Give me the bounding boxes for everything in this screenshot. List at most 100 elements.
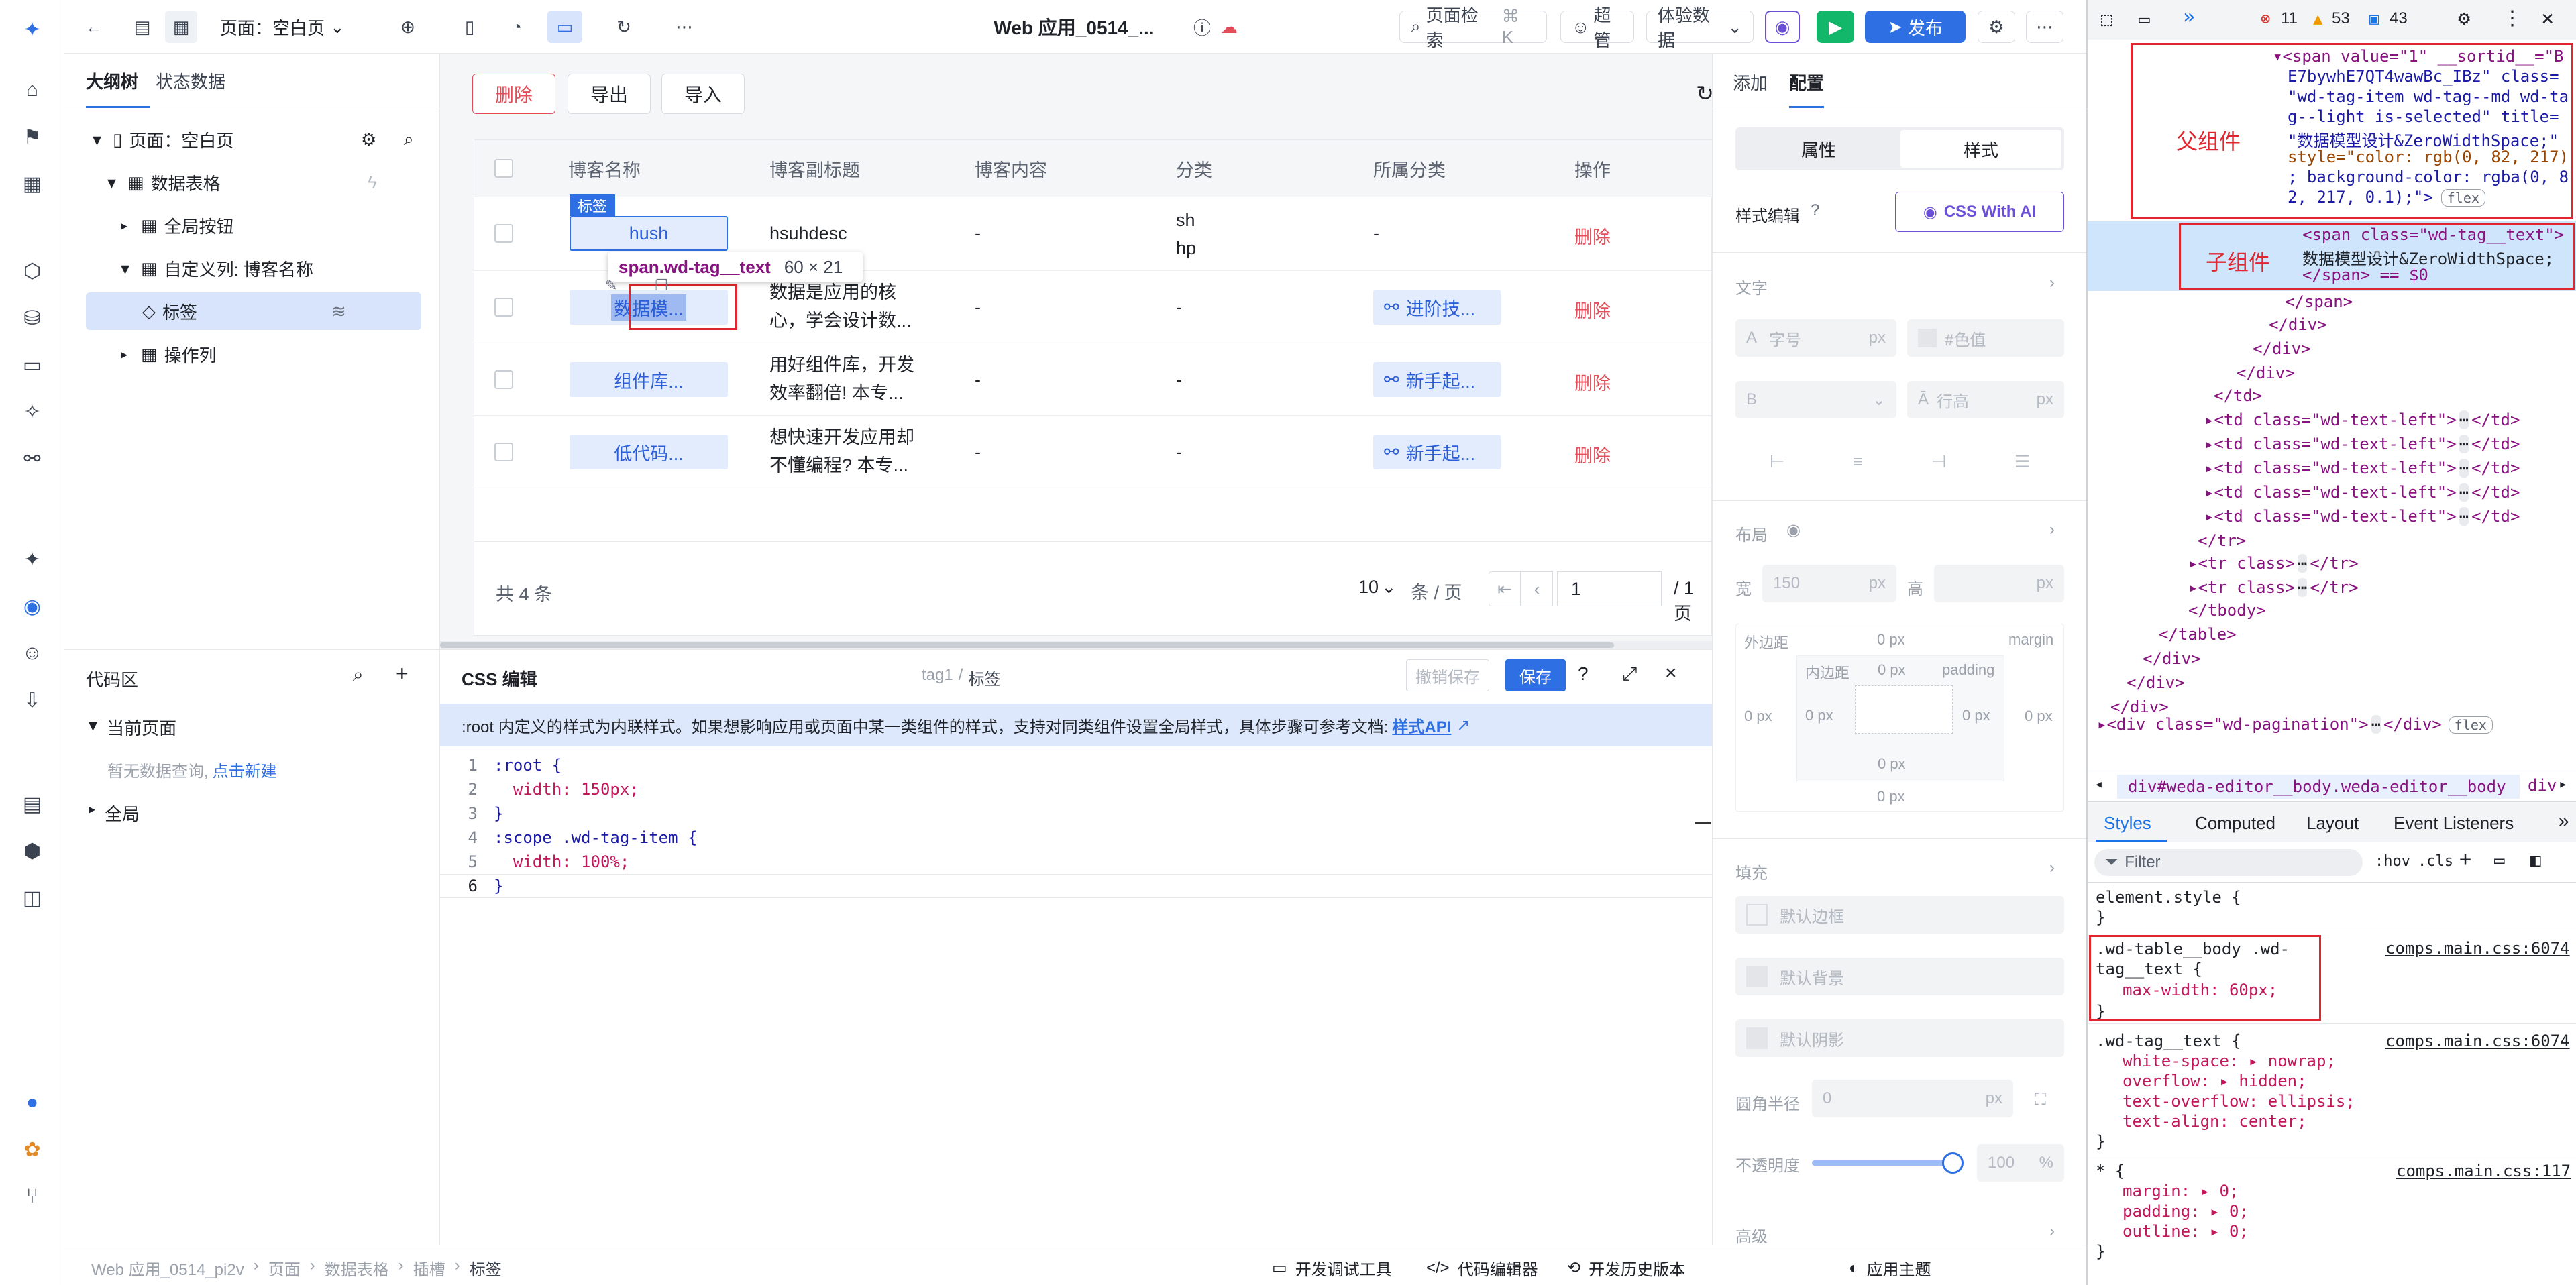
import-button[interactable]: 导入 — [661, 74, 745, 114]
back-arrow-icon[interactable]: ← — [78, 11, 110, 43]
style-property[interactable]: text-align: center; — [2123, 1112, 2307, 1131]
settings-icon[interactable]: ⚙ — [1978, 11, 2015, 43]
doc-icon[interactable]: ▤ — [126, 11, 158, 43]
style-rule-selector[interactable]: .wd-tag__text { — [2096, 1031, 2241, 1050]
dom-line[interactable]: </tbody> — [2188, 601, 2266, 620]
edit-icon[interactable]: ✎ — [605, 277, 617, 294]
ellipsis-badge[interactable]: ⋯ — [2297, 554, 2308, 573]
padding-bottom-value[interactable]: 0 px — [1878, 755, 1906, 773]
breadcrumb-item[interactable]: 页面 — [268, 1256, 301, 1280]
style-property[interactable]: margin: ▸ 0; — [2123, 1182, 2239, 1200]
opacity-slider-track[interactable] — [1812, 1160, 1953, 1166]
opacity-field[interactable]: 100% — [1977, 1144, 2064, 1182]
deploy-icon[interactable]: ⇩ — [16, 684, 48, 716]
tree-item-custom-column[interactable]: ▾ ▦ 自定义列: 博客名称 — [86, 249, 421, 287]
dom-line[interactable]: ▸<td class="wd-text-left"> ⋯ </td> — [2204, 459, 2520, 478]
grid-icon[interactable]: ▦ — [16, 168, 48, 200]
expand-icon[interactable]: ⤢ — [1622, 663, 1637, 685]
chevron-right-icon[interactable]: › — [2049, 274, 2055, 292]
kebab-icon[interactable]: ⋮ — [2502, 7, 2522, 30]
dom-line[interactable]: ▸<td class="wd-text-left"> ⋯ </td> — [2204, 483, 2520, 502]
dom-line[interactable]: </div> — [2110, 697, 2169, 716]
info-icon[interactable]: ⓘ — [1189, 11, 1216, 43]
more-tabs-icon[interactable]: » — [2559, 810, 2569, 832]
info-count[interactable]: 43 — [2390, 9, 2408, 28]
git-icon[interactable]: ⑂ — [16, 1180, 48, 1213]
breadcrumb-item[interactable]: 数据表格 — [325, 1256, 389, 1280]
delete-button[interactable]: 删除 — [472, 74, 555, 114]
database-icon[interactable]: ⛁ — [16, 302, 48, 334]
add-icon[interactable]: + — [396, 661, 409, 686]
blog-name-tag[interactable]: hush — [570, 216, 728, 251]
style-property[interactable]: text-overflow: ellipsis; — [2123, 1092, 2355, 1111]
belong-tag[interactable]: ⚯ 新手起... — [1373, 362, 1501, 397]
align-right-icon[interactable]: ⊣ — [1931, 451, 1947, 472]
blog-name-tag[interactable]: 低代码... — [570, 435, 728, 469]
plugin-icon[interactable]: ✿ — [16, 1133, 48, 1166]
dom-breadcrumb-item[interactable]: div — [2528, 776, 2557, 795]
code-new-link[interactable]: 点击新建 — [213, 763, 277, 781]
ellipsis-badge[interactable]: ⋯ — [2459, 410, 2469, 429]
blog-name-tag[interactable]: 组件库... — [570, 362, 728, 397]
css-ai-button[interactable]: ◉ CSS With AI — [1895, 192, 2064, 232]
add-rule-icon[interactable]: + — [2459, 848, 2471, 871]
device-icon[interactable]: ▭ — [2139, 8, 2150, 30]
filter-input[interactable]: ⏷ Filter — [2094, 849, 2363, 876]
hov-toggle[interactable]: :hov — [2375, 853, 2410, 870]
tree-item-global-button[interactable]: ▸ ▦ 全局按钮 — [86, 207, 421, 244]
undo-save-button[interactable]: 撤销保存 — [1406, 659, 1489, 691]
style-rule-selector[interactable]: element.style { — [2096, 888, 2241, 907]
bag-icon[interactable]: ◫ — [16, 882, 48, 914]
ellipsis-badge[interactable]: ⋯ — [2459, 435, 2469, 453]
preview-play-icon[interactable]: ▶ — [1817, 11, 1854, 43]
dom-line[interactable]: ▸<td class="wd-text-left"> ⋯ </td> — [2204, 410, 2520, 429]
margin-left-value[interactable]: 0 px — [1744, 708, 1772, 725]
style-rule-selector[interactable]: * { — [2096, 1162, 2125, 1180]
home-icon[interactable]: ⌂ — [16, 74, 48, 106]
prev-page-icon[interactable]: ‹ — [1521, 571, 1553, 606]
cls-toggle[interactable]: .cls — [2418, 853, 2453, 870]
chevron-right-icon[interactable]: › — [2049, 520, 2055, 539]
refresh-icon[interactable]: ↻ — [1696, 80, 1714, 106]
tab-add[interactable]: 添加 — [1733, 70, 1768, 95]
desktop-icon[interactable]: ▭ — [547, 11, 582, 43]
radius-field[interactable]: 0 px — [1812, 1080, 2013, 1117]
first-page-icon[interactable]: ⇤ — [1489, 571, 1521, 606]
row-checkbox[interactable] — [494, 370, 513, 389]
page-input[interactable]: 1 — [1557, 571, 1662, 606]
more-icon[interactable]: ⋯ — [668, 11, 700, 43]
eye-icon[interactable]: ◉ — [1786, 520, 1801, 540]
dom-breadcrumb-item[interactable]: div#weda-editor__body.weda-editor__body — [2117, 775, 2520, 799]
page-selector[interactable]: 页面：空白页 ⌄ — [220, 11, 354, 43]
segment-attributes[interactable]: 属性 — [1738, 130, 1899, 168]
breadcrumb-item[interactable]: Web 应用_0514_pi2v — [91, 1256, 244, 1280]
page-search-button[interactable]: ⌕ 页面检索 ⌘ K — [1399, 5, 1547, 50]
delete-link[interactable]: 删除 — [1574, 296, 1611, 323]
tab-computed[interactable]: Computed — [2195, 813, 2275, 834]
tab-styles[interactable]: Styles — [2104, 813, 2151, 834]
logo-icon[interactable]: ✦ — [16, 13, 48, 46]
tab-outline[interactable]: 大纲树 — [86, 68, 138, 93]
style-property[interactable]: padding: ▸ 0; — [2123, 1202, 2249, 1221]
tree-item-action-column[interactable]: ▸ ▦ 操作列 — [86, 335, 421, 373]
search-icon[interactable]: ⌕ — [353, 664, 364, 686]
height-field[interactable]: px — [1934, 565, 2064, 602]
padding-left-value[interactable]: 0 px — [1805, 707, 1833, 724]
export-button[interactable]: 导出 — [568, 74, 651, 114]
sparkle-icon[interactable]: ✧ — [16, 396, 48, 428]
width-field[interactable]: 150 px — [1762, 565, 1896, 602]
chevron-right-icon[interactable]: › — [2049, 1222, 2055, 1241]
ellipsis-badge[interactable]: ⋯ — [2459, 507, 2469, 526]
padding-right-value[interactable]: 0 px — [1962, 707, 1990, 724]
tree-item-tag[interactable]: ◇ 标签 ≋ — [86, 292, 421, 330]
dom-line[interactable]: </tr> — [2198, 531, 2246, 550]
admin-button[interactable]: ☺ 超管 — [1560, 5, 1634, 50]
link-icon[interactable]: ⚯ — [16, 443, 48, 475]
mobile-icon[interactable]: ▯ — [453, 11, 486, 43]
search-icon[interactable]: ⌕ — [404, 129, 414, 150]
line-height-field[interactable]: Ā 行高 px — [1907, 381, 2064, 418]
default-shadow-field[interactable]: 默认阴影 — [1735, 1019, 2064, 1057]
dom-line[interactable]: </span> — [2285, 292, 2353, 311]
help-icon[interactable]: ? — [1811, 201, 1819, 220]
style-property[interactable]: outline: ▸ 0; — [2123, 1222, 2249, 1241]
